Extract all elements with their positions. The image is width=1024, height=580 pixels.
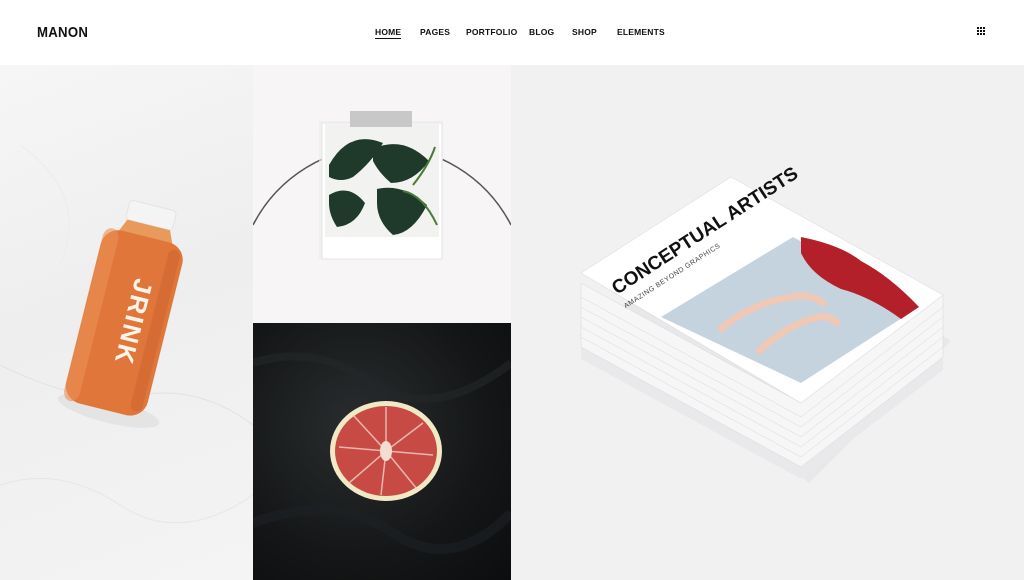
- portfolio-tile-magazines[interactable]: CONCEPTUAL ARTISTS AMAZING BEYOND GRAPHI…: [511, 65, 1024, 580]
- nav-item-home[interactable]: HOME: [375, 27, 402, 39]
- juice-bottle-photo: JRINK: [0, 144, 253, 524]
- grid-menu-icon[interactable]: [977, 27, 987, 37]
- nav-item-shop[interactable]: SHOP: [572, 27, 597, 37]
- nav-item-elements[interactable]: ELEMENTS: [617, 27, 665, 37]
- nav-item-blog[interactable]: BLOG: [529, 27, 554, 37]
- magazine-stack-photo: CONCEPTUAL ARTISTS AMAZING BEYOND GRAPHI…: [580, 163, 951, 483]
- polaroid-plant-photo: [253, 111, 511, 260]
- portfolio-tile-juice[interactable]: JRINK: [0, 65, 253, 580]
- main-nav: HOME PAGES PORTFOLIO BLOG SHOP ELEMENTS: [0, 27, 1024, 41]
- nav-item-pages[interactable]: PAGES: [420, 27, 450, 37]
- grapefruit-photo: [253, 352, 511, 554]
- site-header: MANON HOME PAGES PORTFOLIO BLOG SHOP ELE…: [0, 0, 1024, 65]
- portfolio-tile-grapefruit[interactable]: [253, 323, 511, 580]
- portfolio-tile-polaroid[interactable]: [253, 65, 511, 323]
- nav-item-portfolio[interactable]: PORTFOLIO: [466, 27, 517, 37]
